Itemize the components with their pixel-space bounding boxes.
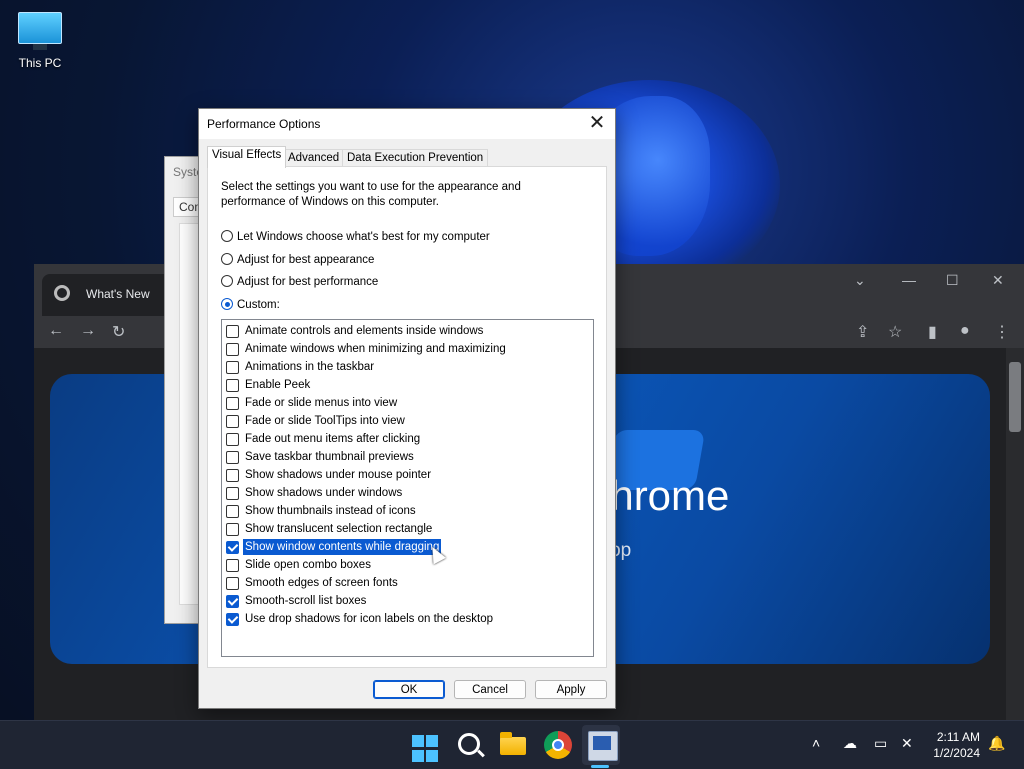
clock-time: 2:11 AM (936, 730, 980, 744)
effect-label: Enable Peek (245, 379, 311, 391)
effect-checkbox-item[interactable]: Use drop shadows for icon labels on the … (226, 610, 586, 628)
effect-label: Fade out menu items after clicking (245, 433, 421, 445)
ok-button[interactable]: OK (373, 680, 445, 699)
chrome-taskbar-icon[interactable] (544, 731, 572, 759)
effect-checkbox-item[interactable]: Show window contents while dragging (226, 538, 586, 556)
cancel-button[interactable]: Cancel (454, 680, 526, 699)
tab-data-execution-prevention[interactable]: Data Execution Prevention (342, 149, 489, 167)
performance-options-dialog[interactable]: Performance Options ✕ Visual Effects Adv… (198, 108, 616, 709)
effect-label: Smooth edges of screen fonts (245, 577, 398, 589)
system-properties-taskbar-icon[interactable] (588, 731, 618, 761)
dialog-close-icon[interactable]: ✕ (585, 112, 609, 134)
forward-icon[interactable]: → (80, 322, 96, 340)
effect-checkbox-item[interactable]: Enable Peek (226, 376, 586, 394)
visual-effects-list[interactable]: Animate controls and elements inside win… (221, 319, 594, 657)
checkbox[interactable] (226, 415, 239, 428)
effect-checkbox-item[interactable]: Show shadows under windows (226, 484, 586, 502)
checkbox[interactable] (226, 523, 239, 536)
effect-checkbox-item[interactable]: Show translucent selection rectangle (226, 520, 586, 538)
effect-checkbox-item[interactable]: Smooth edges of screen fonts (226, 574, 586, 592)
checkbox[interactable] (226, 613, 239, 626)
taskbar: ˄ ☁ ▭ ✕ 2:11 AM 1/2/2024 🔔 (0, 720, 1024, 769)
checkbox[interactable] (226, 433, 239, 446)
side-panel-icon[interactable]: ▮ (928, 322, 937, 342)
volume-muted-icon[interactable]: ✕ (901, 735, 913, 752)
effect-checkbox-item[interactable]: Fade out menu items after clicking (226, 430, 586, 448)
checkbox[interactable] (226, 379, 239, 392)
share-icon[interactable]: ⇪ (856, 322, 869, 342)
checkbox[interactable] (226, 469, 239, 482)
effect-label: Animate controls and elements inside win… (245, 325, 484, 337)
clock-date: 1/2/2024 (933, 746, 980, 760)
desktop-icon-label: This PC (18, 56, 62, 70)
apply-button[interactable]: Apply (535, 680, 607, 699)
start-windows-icon[interactable] (412, 735, 440, 763)
clock[interactable]: 2:11 AM 1/2/2024 (933, 729, 980, 761)
effect-label: Show window contents while dragging (241, 538, 443, 556)
effect-checkbox-item[interactable]: Slide open combo boxes (226, 556, 586, 574)
checkbox[interactable] (226, 541, 239, 554)
bookmark-star-icon[interactable]: ☆ (888, 322, 902, 342)
dialog-titlebar: Performance Options ✕ (199, 109, 615, 139)
profile-icon[interactable]: ● (960, 322, 970, 340)
checkbox[interactable] (226, 361, 239, 374)
minimize-icon[interactable]: — (902, 272, 916, 288)
page-scrollbar-thumb[interactable] (1009, 362, 1021, 432)
effect-checkbox-item[interactable]: Save taskbar thumbnail previews (226, 448, 586, 466)
effect-checkbox-item[interactable]: Fade or slide ToolTips into view (226, 412, 586, 430)
effect-checkbox-item[interactable]: Show shadows under mouse pointer (226, 466, 586, 484)
chrome-tab-title: What's New (86, 287, 150, 301)
maximize-icon[interactable]: ☐ (946, 272, 959, 289)
panel-description: Select the settings you want to use for … (221, 181, 521, 208)
checkbox[interactable] (226, 577, 239, 590)
monitor-icon (18, 12, 62, 44)
search-icon[interactable] (458, 733, 480, 755)
desktop-icon-this-pc[interactable]: This PC (12, 10, 68, 70)
back-icon[interactable]: ← (48, 322, 64, 340)
checkbox[interactable] (226, 487, 239, 500)
close-icon[interactable]: ✕ (992, 272, 1004, 289)
effect-label: Animate windows when minimizing and maxi… (245, 343, 506, 355)
notification-bell-icon[interactable]: 🔔 (988, 735, 1005, 752)
chrome-logo-icon (54, 285, 70, 301)
effect-label: Animations in the taskbar (245, 361, 375, 373)
checkbox[interactable] (226, 397, 239, 410)
effect-label: Slide open combo boxes (245, 559, 371, 571)
dialog-title: Performance Options (207, 117, 321, 131)
effect-label: Fade or slide menus into view (245, 397, 398, 409)
checkbox[interactable] (226, 343, 239, 356)
checkbox[interactable] (226, 451, 239, 464)
effect-label: Fade or slide ToolTips into view (245, 415, 405, 427)
chevron-up-icon[interactable]: ˄ (812, 735, 820, 751)
tab-advanced[interactable]: Advanced (283, 149, 345, 167)
reload-icon[interactable]: ↻ (112, 322, 125, 342)
effect-checkbox-item[interactable]: Animate controls and elements inside win… (226, 322, 586, 340)
effect-checkbox-item[interactable]: Animations in the taskbar (226, 358, 586, 376)
tab-visual-effects[interactable]: Visual Effects (207, 146, 287, 168)
network-icon[interactable]: ▭ (874, 735, 887, 752)
effect-checkbox-item[interactable]: Fade or slide menus into view (226, 394, 586, 412)
checkbox[interactable] (226, 559, 239, 572)
effect-checkbox-item[interactable]: Smooth-scroll list boxes (226, 592, 586, 610)
effect-label: Show shadows under windows (245, 487, 403, 499)
visual-effects-panel: Select the settings you want to use for … (207, 166, 607, 668)
effect-label: Use drop shadows for icon labels on the … (245, 613, 494, 625)
effect-label: Smooth-scroll list boxes (245, 595, 367, 607)
tab-search-icon[interactable]: ⌄ (854, 272, 866, 289)
onedrive-cloud-icon[interactable]: ☁ (843, 735, 857, 752)
effect-label: Show shadows under mouse pointer (245, 469, 432, 481)
checkbox[interactable] (226, 325, 239, 338)
effect-checkbox-item[interactable]: Show thumbnails instead of icons (226, 502, 586, 520)
effect-label: Show thumbnails instead of icons (245, 505, 416, 517)
menu-kebab-icon[interactable]: ⋮ (994, 322, 1010, 342)
effect-label: Show translucent selection rectangle (245, 523, 433, 535)
effect-label: Save taskbar thumbnail previews (245, 451, 414, 463)
checkbox[interactable] (226, 595, 239, 608)
checkbox[interactable] (226, 505, 239, 518)
file-explorer-icon[interactable] (500, 732, 526, 755)
effect-checkbox-item[interactable]: Animate windows when minimizing and maxi… (226, 340, 586, 358)
